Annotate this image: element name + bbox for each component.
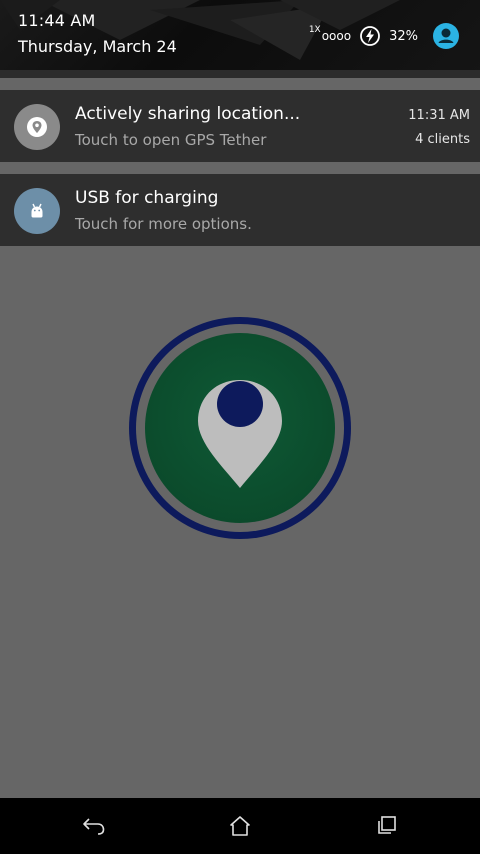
notification-time: 11:31 AM	[408, 108, 470, 123]
header-divider	[0, 70, 480, 78]
home-button[interactable]	[226, 812, 254, 840]
notification-icon-circle	[14, 104, 60, 150]
notification-subtitle: Touch to open GPS Tether	[75, 131, 267, 149]
notification-icon-circle	[14, 188, 60, 234]
battery-percentage: 32%	[389, 28, 418, 44]
gps-tether-logo	[129, 317, 351, 539]
recents-icon	[378, 816, 396, 834]
back-button[interactable]	[80, 812, 108, 840]
navigation-bar	[0, 798, 480, 854]
notification-title: Actively sharing location...	[75, 104, 301, 124]
notification-title: USB for charging	[75, 188, 219, 208]
notification-gps-tether[interactable]: Actively sharing location... Touch to op…	[0, 90, 480, 162]
notification-header: 11:44 AM Thursday, March 24 1X oooo 32%	[0, 0, 480, 78]
notification-client-count: 4 clients	[415, 132, 470, 147]
signal-indicator: 1X oooo	[309, 26, 352, 43]
recents-button[interactable]	[372, 812, 400, 840]
date-label: Thursday, March 24	[18, 37, 177, 56]
notification-subtitle: Touch for more options.	[75, 215, 252, 233]
network-type: 1X	[308, 25, 321, 35]
location-pin-icon	[27, 117, 47, 137]
back-icon	[83, 818, 105, 835]
notification-usb-charging[interactable]: USB for charging Touch for more options.	[0, 174, 480, 246]
battery-charging-icon	[360, 26, 380, 46]
signal-strength: oooo	[321, 29, 352, 43]
user-avatar-icon[interactable]	[432, 22, 460, 50]
home-icon	[230, 816, 250, 836]
status-icons: 1X oooo 32%	[309, 22, 460, 50]
android-icon	[31, 203, 43, 218]
clock-time: 11:44 AM	[18, 11, 96, 30]
